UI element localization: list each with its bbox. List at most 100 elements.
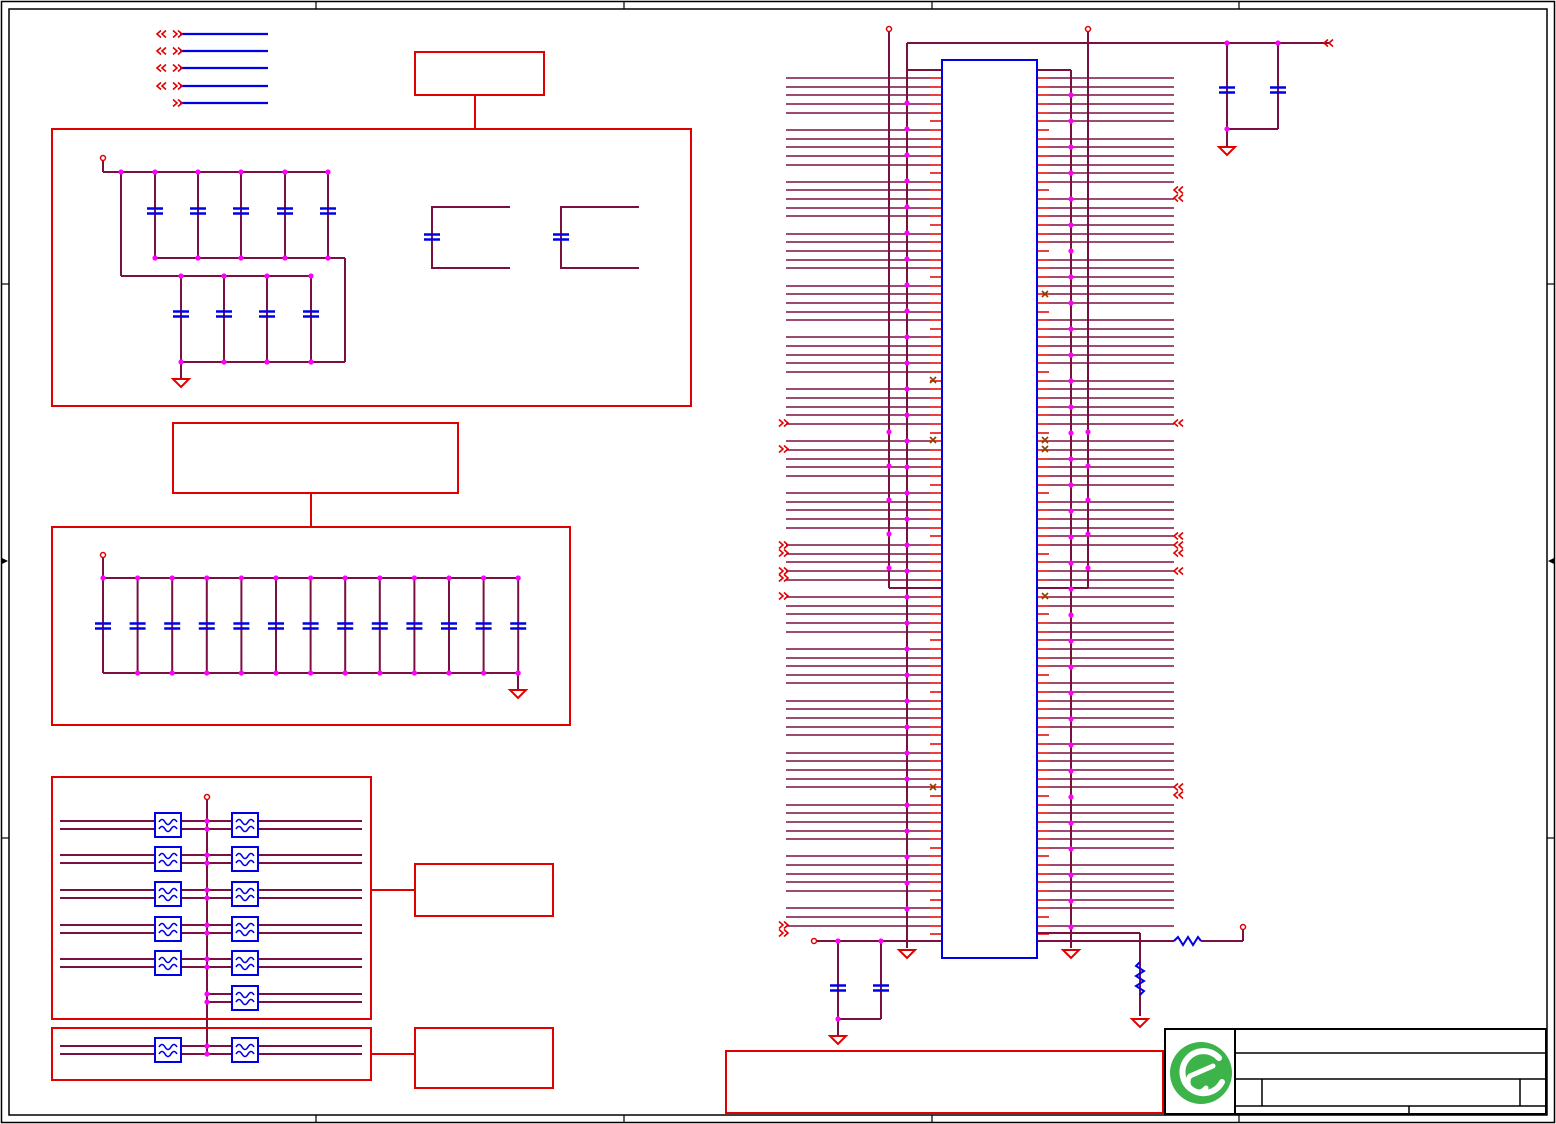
- junction-dot: [238, 169, 244, 175]
- offpage-connector-icon: [1172, 566, 1184, 576]
- junction-dot: [411, 670, 417, 676]
- junction-dot: [238, 255, 244, 261]
- ground-icon: [1060, 949, 1082, 960]
- ferrite-bead-icon: [231, 846, 259, 872]
- junction-dot: [264, 359, 270, 365]
- junction-dot: [904, 230, 910, 236]
- junction-dot: [904, 334, 910, 340]
- inner-border: [8, 8, 1548, 1116]
- junction-dot: [1085, 463, 1091, 469]
- junction-dot: [204, 575, 210, 581]
- offpage-connector-icon: [778, 418, 790, 428]
- junction-dot: [1068, 430, 1074, 436]
- junction-dot: [904, 256, 910, 262]
- ferrite-bead-icon: [231, 812, 259, 838]
- ferrite-bead-icon: [154, 950, 182, 976]
- offpage-connector-icon: [778, 928, 790, 938]
- junction-dot: [904, 360, 910, 366]
- junction-dot: [886, 565, 892, 571]
- junction-dot: [904, 750, 910, 756]
- junction-dot: [1085, 497, 1091, 503]
- resistor-icon: [1173, 935, 1202, 947]
- offpage-connector-icon: [1172, 540, 1184, 550]
- junction-dot: [1068, 456, 1074, 462]
- junction-dot: [904, 802, 910, 808]
- junction-dot: [238, 575, 244, 581]
- junction-dot: [308, 273, 314, 279]
- power-port-icon: [203, 793, 211, 801]
- offpage-connector-icon: [1172, 548, 1184, 558]
- junction-dot: [1068, 170, 1074, 176]
- junction-dot: [515, 670, 521, 676]
- junction-dot: [1068, 846, 1074, 852]
- junction-dot: [204, 860, 210, 866]
- junction-dot: [1068, 560, 1074, 566]
- junction-dot: [446, 575, 452, 581]
- ground-icon: [507, 689, 529, 700]
- junction-dot: [204, 1043, 210, 1049]
- junction-dot: [1085, 531, 1091, 537]
- junction-dot: [886, 497, 892, 503]
- junction-dot: [1068, 248, 1074, 254]
- ferrite-bead-icon: [231, 985, 259, 1011]
- junction-dot: [1224, 40, 1230, 46]
- annotation-box: [725, 1050, 1164, 1114]
- ferrite-bead-icon: [154, 916, 182, 942]
- junction-dot: [1068, 144, 1074, 150]
- junction-dot: [1068, 612, 1074, 618]
- junction-dot: [904, 698, 910, 704]
- junction-dot: [1275, 40, 1281, 46]
- power-port-icon: [810, 937, 818, 945]
- junction-dot: [273, 575, 279, 581]
- annotation-box: [172, 422, 459, 494]
- junction-dot: [904, 724, 910, 730]
- junction-dot: [169, 575, 175, 581]
- junction-dot: [204, 826, 210, 832]
- annotation-box: [414, 51, 545, 96]
- junction-dot: [1068, 664, 1074, 670]
- junction-dot: [904, 646, 910, 652]
- junction-dot: [325, 255, 331, 261]
- no-connect-icon: [929, 376, 937, 384]
- junction-dot: [904, 464, 910, 470]
- ferrite-bead-icon: [154, 846, 182, 872]
- offpage-connector-icon: [778, 548, 790, 558]
- junction-dot: [446, 670, 452, 676]
- junction-dot: [1068, 742, 1074, 748]
- junction-dot: [204, 852, 210, 858]
- junction-dot: [377, 670, 383, 676]
- annotation-box: [414, 1027, 554, 1089]
- junction-dot: [1068, 690, 1074, 696]
- junction-dot: [204, 999, 210, 1005]
- junction-dot: [195, 169, 201, 175]
- ferrite-bead-icon: [154, 812, 182, 838]
- junction-dot: [904, 568, 910, 574]
- junction-dot: [904, 412, 910, 418]
- junction-dot: [411, 575, 417, 581]
- junction-dot: [204, 887, 210, 893]
- no-connect-icon: [1041, 445, 1049, 453]
- wire: [431, 206, 510, 269]
- offpage-connector-icon: [1172, 531, 1184, 541]
- junction-dot: [152, 169, 158, 175]
- ferrite-bead-icon: [231, 916, 259, 942]
- offpage-connector-icon: [155, 81, 167, 91]
- junction-dot: [1068, 794, 1074, 800]
- junction-dot: [904, 126, 910, 132]
- ferrite-bead-icon: [154, 881, 182, 907]
- annotation-box: [414, 863, 554, 917]
- junction-dot: [904, 282, 910, 288]
- junction-dot: [904, 386, 910, 392]
- junction-dot: [204, 818, 210, 824]
- offpage-connector-icon: [155, 63, 167, 73]
- junction-dot: [1085, 565, 1091, 571]
- junction-dot: [904, 776, 910, 782]
- ground-icon: [896, 949, 918, 960]
- junction-dot: [904, 594, 910, 600]
- junction-dot: [904, 204, 910, 210]
- junction-dot: [904, 100, 910, 106]
- power-port-icon: [99, 154, 107, 162]
- junction-dot: [325, 169, 331, 175]
- ground-icon: [827, 1035, 849, 1046]
- ground-icon: [170, 378, 192, 389]
